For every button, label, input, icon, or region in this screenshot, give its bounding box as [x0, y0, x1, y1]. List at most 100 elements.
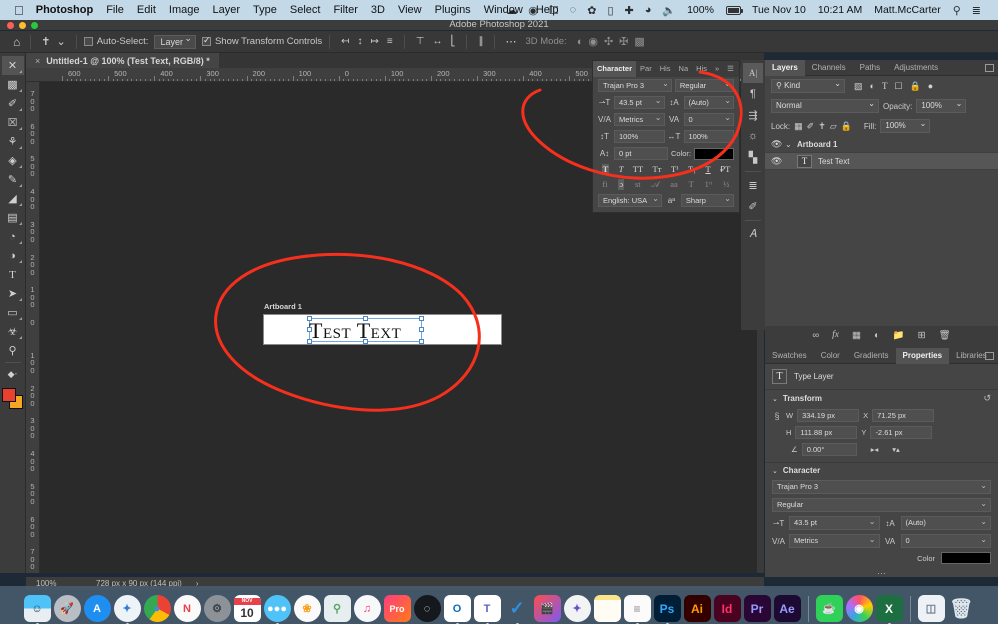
- search-icon[interactable]: ⚲: [953, 4, 961, 17]
- layer-visibility-icon[interactable]: 👁: [771, 139, 785, 150]
- align-center-v-icon[interactable]: ↔: [428, 36, 446, 47]
- path-selection-tool[interactable]: ➤: [2, 284, 24, 303]
- delete-layer-icon[interactable]: 🗑: [939, 330, 951, 341]
- rectangular-marquee-tool[interactable]: ▩: [2, 75, 24, 94]
- artboard-label[interactable]: Artboard 1: [264, 302, 302, 311]
- show-transform-controls-checkbox[interactable]: [202, 37, 211, 46]
- trash-icon[interactable]: 🗑: [948, 595, 975, 622]
- adjustment-filter-icon[interactable]: ◐: [870, 81, 875, 92]
- tab-paragraph[interactable]: Par: [636, 61, 656, 77]
- lock-position-icon[interactable]: ✝: [818, 121, 826, 132]
- dock-item-excel[interactable]: X: [876, 595, 903, 622]
- dock-item-teams[interactable]: T: [474, 595, 501, 622]
- contextual-alternates-button[interactable]: st: [635, 179, 641, 190]
- layer-styles-icon[interactable]: fx: [832, 330, 839, 340]
- chevron-down-icon[interactable]: ⌄: [785, 140, 797, 149]
- lasso-tool[interactable]: ✐: [2, 94, 24, 113]
- notes-icon[interactable]: [594, 595, 621, 622]
- shape-filter-icon[interactable]: ☐: [894, 81, 902, 92]
- x-input[interactable]: 71.25 px: [872, 409, 934, 422]
- tab-navigator[interactable]: Na: [675, 61, 693, 77]
- battery-icon[interactable]: [726, 6, 741, 15]
- kerning-input[interactable]: Metrics: [614, 113, 665, 126]
- dock-item-zip-file[interactable]: ◫: [918, 595, 945, 622]
- transform-handle-top-right[interactable]: [419, 316, 424, 321]
- auto-select-target-dropdown[interactable]: Layer: [154, 35, 196, 49]
- fill-input[interactable]: 100%: [880, 119, 930, 133]
- menu-view[interactable]: View: [398, 4, 422, 16]
- system-preferences-icon[interactable]: ⚙: [204, 595, 231, 622]
- leading-input[interactable]: (Auto): [901, 516, 992, 530]
- dock-item-trash[interactable]: 🗑: [948, 595, 975, 622]
- pixel-filter-icon[interactable]: ▧: [854, 81, 863, 92]
- dock-item-affinity[interactable]: ✦: [564, 595, 591, 622]
- app-store-icon[interactable]: A: [84, 595, 111, 622]
- font-family-dropdown[interactable]: Trajan Pro 3: [772, 480, 991, 494]
- gradient-tool[interactable]: ▤: [2, 208, 24, 227]
- font-style-dropdown[interactable]: Regular: [675, 79, 734, 92]
- news-icon[interactable]: N: [174, 595, 201, 622]
- dock-item-illustrator[interactable]: Ai: [684, 595, 711, 622]
- language-dropdown[interactable]: English: USA: [598, 194, 662, 207]
- 1password-icon[interactable]: ✿: [587, 4, 596, 17]
- align-right-icon[interactable]: ↦: [367, 36, 383, 47]
- all-caps-button[interactable]: TT: [633, 164, 643, 175]
- control-center-icon[interactable]: ≣: [972, 4, 981, 17]
- dock-item-system-preferences[interactable]: ⚙: [204, 595, 231, 622]
- edit-toolbar-icon[interactable]: ◆‧: [2, 365, 24, 384]
- y-input[interactable]: -2.61 px: [870, 426, 932, 439]
- smart-object-filter-icon[interactable]: 🔒: [910, 81, 921, 92]
- dock-item-facetime[interactable]: ☕: [816, 595, 843, 622]
- apple-logo-icon[interactable]: : [14, 4, 24, 17]
- dock-item-final-cut-pro[interactable]: 🎬: [534, 595, 561, 622]
- paragraph-panel-icon[interactable]: ¶: [743, 84, 763, 104]
- distribute-v-icon[interactable]: ∥: [474, 36, 487, 47]
- tool-preset-chevron-icon[interactable]: ⌄: [53, 35, 68, 48]
- finder-icon[interactable]: ☺: [24, 595, 51, 622]
- dock-item-news[interactable]: N: [174, 595, 201, 622]
- filter-toggle-icon[interactable]: ●: [928, 81, 933, 92]
- zip-file-icon[interactable]: ◫: [918, 595, 945, 622]
- calendar-icon[interactable]: NOV 10: [234, 595, 261, 622]
- tab-gradients[interactable]: Gradients: [847, 348, 896, 364]
- menu-filter[interactable]: Filter: [333, 4, 357, 16]
- illustrator-icon[interactable]: Ai: [684, 595, 711, 622]
- link-layers-icon[interactable]: ∞: [812, 330, 819, 341]
- cloud-icon[interactable]: ☁: [506, 4, 517, 17]
- tracking-input[interactable]: 0: [901, 534, 992, 548]
- eraser-tool[interactable]: ◢: [2, 189, 24, 208]
- transform-handle-middle-right[interactable]: [419, 327, 424, 332]
- dock-item-finder[interactable]: ☺: [24, 595, 51, 622]
- horizontal-scale-input[interactable]: 100%: [684, 130, 735, 143]
- dock-item-premiere-pro[interactable]: Pr: [744, 595, 771, 622]
- panel-menu-icon[interactable]: [985, 352, 994, 360]
- adjustment-layer-icon[interactable]: ◐: [874, 330, 880, 341]
- tab-history[interactable]: His: [656, 61, 675, 77]
- spot-healing-brush-tool[interactable]: ◈: [2, 151, 24, 170]
- dock-item-photoshop[interactable]: Ps: [654, 595, 681, 622]
- brush-settings-icon[interactable]: ✐: [743, 196, 763, 216]
- type-filter-icon[interactable]: T: [882, 81, 888, 92]
- strikethrough-button[interactable]: ⃄T: [720, 164, 730, 175]
- shortcuts-icon[interactable]: ✚: [625, 4, 634, 17]
- tab-histogram[interactable]: His: [692, 61, 711, 77]
- menu-file[interactable]: File: [106, 4, 124, 16]
- rectangle-tool[interactable]: ▭: [2, 303, 24, 322]
- font-style-dropdown[interactable]: Regular: [772, 498, 991, 512]
- transform-section-header[interactable]: ⌄ Transform ↺: [765, 389, 998, 407]
- add-mask-icon[interactable]: ▦: [852, 330, 861, 341]
- zoom-tool[interactable]: ⚲: [2, 341, 24, 360]
- dock-item-outlook[interactable]: O: [444, 595, 471, 622]
- final-cut-pro-icon[interactable]: 🎬: [534, 595, 561, 622]
- small-caps-button[interactable]: Tᴛ: [653, 164, 662, 175]
- menu-3d[interactable]: 3D: [371, 4, 385, 16]
- dock-item-photos[interactable]: ❀: [294, 595, 321, 622]
- table-row[interactable]: 👁 T Test Text: [765, 153, 998, 170]
- music-icon[interactable]: ♫: [354, 595, 381, 622]
- discretionary-ligatures-button[interactable]: ɔ: [618, 179, 624, 190]
- launchpad-icon[interactable]: 🚀: [54, 595, 81, 622]
- lock-artboard-icon[interactable]: ▱: [830, 121, 837, 132]
- slide-3d-icon[interactable]: ✠: [616, 35, 631, 48]
- flip-horizontal-icon[interactable]: ▸◂: [871, 445, 879, 454]
- tab-paths[interactable]: Paths: [853, 60, 887, 76]
